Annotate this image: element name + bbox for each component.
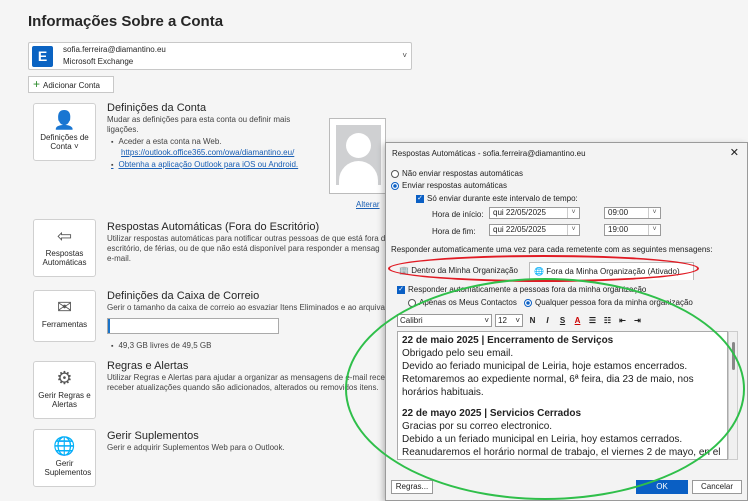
mailbox-desc: Gerir o tamanho da caixa de correio ao e… [107, 303, 385, 312]
add-account-button[interactable]: + Adicionar Conta [28, 76, 114, 93]
no-replies-option[interactable]: Não enviar respostas automáticas [391, 169, 523, 178]
page-title: Informações Sobre a Conta [28, 13, 224, 30]
mailbox-free-text: 49,3 GB livres de 49,5 GB [107, 339, 211, 352]
add-account-label: Adicionar Conta [43, 81, 100, 90]
respond-once-text: Responder automaticamente uma vez para c… [391, 245, 713, 254]
chevron-down-icon: ˅ [402, 51, 407, 60]
automatic-replies-title: Respostas Automáticas (Fora do Escritóri… [107, 221, 320, 233]
mobile-app-link[interactable]: Obtenha a aplicação Outlook para iOS ou … [118, 160, 322, 171]
dialog-title: Respostas Automáticas - sofia.ferreira@d… [392, 149, 586, 158]
close-icon[interactable]: ✕ [730, 146, 739, 159]
rules-button[interactable]: Regras... [391, 480, 433, 494]
radio-icon[interactable] [391, 169, 399, 178]
send-replies-label: Enviar respostas automáticas [402, 181, 507, 190]
exchange-icon: E [32, 46, 53, 67]
cancel-button[interactable]: Cancelar [692, 480, 742, 494]
checkbox-icon[interactable]: ✓ [397, 285, 405, 294]
end-date-field[interactable]: qui 22/05/2025 ˅ [489, 224, 580, 236]
addins-section: Gerir Suplementos Gerir e adquirir Suple… [107, 431, 357, 453]
manage-addins-button[interactable]: 🌐 Gerir Suplementos [33, 429, 96, 487]
send-replies-option[interactable]: Enviar respostas automáticas [391, 181, 507, 190]
account-settings-section: Definições da Conta Mudar as definições … [107, 103, 322, 171]
rules-title: Regras e Alertas [107, 360, 189, 372]
tools-button[interactable]: ✉ Ferramentas [33, 290, 96, 342]
manage-addins-label: Gerir Suplementos [44, 459, 92, 477]
account-settings-title: Definições da Conta [107, 102, 207, 114]
account-type: Microsoft Exchange [63, 57, 134, 66]
automatic-replies-section: Respostas Automáticas (Fora do Escritóri… [107, 221, 386, 264]
rules-gear-icon: ⚙ [56, 368, 73, 388]
automatic-replies-button[interactable]: ⇦ Respostas Automáticas [33, 219, 96, 277]
end-time-label: Hora de fim: [432, 227, 476, 236]
start-date-field[interactable]: qui 22/05/2025 ˅ [489, 207, 580, 219]
account-settings-desc2: ligações. [107, 125, 139, 134]
rules-desc1: Utilizar Regras e Alertas para ajudar a … [107, 373, 390, 382]
automatic-replies-label: Respostas Automáticas [42, 249, 87, 267]
manage-rules-button[interactable]: ⚙ Gerir Regras e Alertas [33, 361, 96, 419]
automatic-replies-desc3: e-mail. [107, 254, 132, 263]
globe-icon: 🌐 [53, 436, 76, 456]
checkbox-icon[interactable]: ✓ [416, 194, 424, 203]
radio-selected-icon[interactable] [391, 181, 399, 190]
automatic-replies-desc2: escritório, de férias, ou de que não est… [107, 244, 380, 253]
plus-icon: + [33, 77, 41, 91]
highlight-ellipse-green [345, 278, 745, 500]
mailbox-section: Definições da Caixa de Correio Gerir o t… [107, 290, 385, 313]
door-arrow-icon: ⇦ [56, 226, 73, 246]
start-time-label: Hora de início: [432, 210, 484, 219]
automatic-replies-desc1: Utilizar respostas automáticas para noti… [107, 234, 386, 243]
start-time-field[interactable]: 09:00 ˅ [604, 207, 661, 219]
person-gear-icon: 👤 [53, 110, 76, 130]
chevron-down-icon: ˅ [648, 208, 660, 218]
rules-desc2: receber atualizações quando são adiciona… [107, 383, 379, 392]
account-settings-button[interactable]: 👤 Definições de Conta ˅ [33, 103, 96, 161]
chevron-down-icon: ˅ [567, 225, 579, 235]
account-email: sofia.ferreira@diamantino.eu [63, 45, 166, 54]
addins-title: Gerir Suplementos [107, 430, 199, 442]
change-photo-link[interactable]: Alterar [356, 200, 380, 209]
time-range-checkbox[interactable]: ✓ Só enviar durante este intervalo de tem… [416, 194, 578, 203]
account-settings-label: Definições de Conta ˅ [40, 133, 89, 151]
account-settings-desc1: Mudar as definições para esta conta ou d… [107, 115, 291, 124]
mailbox-title: Definições da Caixa de Correio [107, 290, 260, 302]
no-replies-label: Não enviar respostas automáticas [402, 169, 523, 178]
chevron-down-icon: ˅ [648, 225, 660, 235]
owa-link[interactable]: https://outlook.office365.com/owa/diaman… [121, 148, 322, 158]
mailbox-icon: ✉ [56, 297, 73, 317]
chevron-down-icon: ˅ [567, 208, 579, 218]
account-selector[interactable]: E sofia.ferreira@diamantino.eu Microsoft… [28, 42, 412, 70]
profile-photo [329, 118, 386, 194]
end-time-field[interactable]: 19:00 ˅ [604, 224, 661, 236]
web-access-text: Aceder a esta conta na Web. [118, 137, 322, 148]
rules-section: Regras e Alertas Utilizar Regras e Alert… [107, 360, 390, 393]
tools-label: Ferramentas [41, 320, 88, 329]
addins-desc: Gerir e adquirir Suplementos Web para o … [107, 443, 285, 452]
mailbox-usage-bar [107, 318, 279, 334]
time-range-label: Só enviar durante este intervalo de temp… [427, 194, 578, 203]
manage-rules-label: Gerir Regras e Alertas [38, 391, 91, 409]
